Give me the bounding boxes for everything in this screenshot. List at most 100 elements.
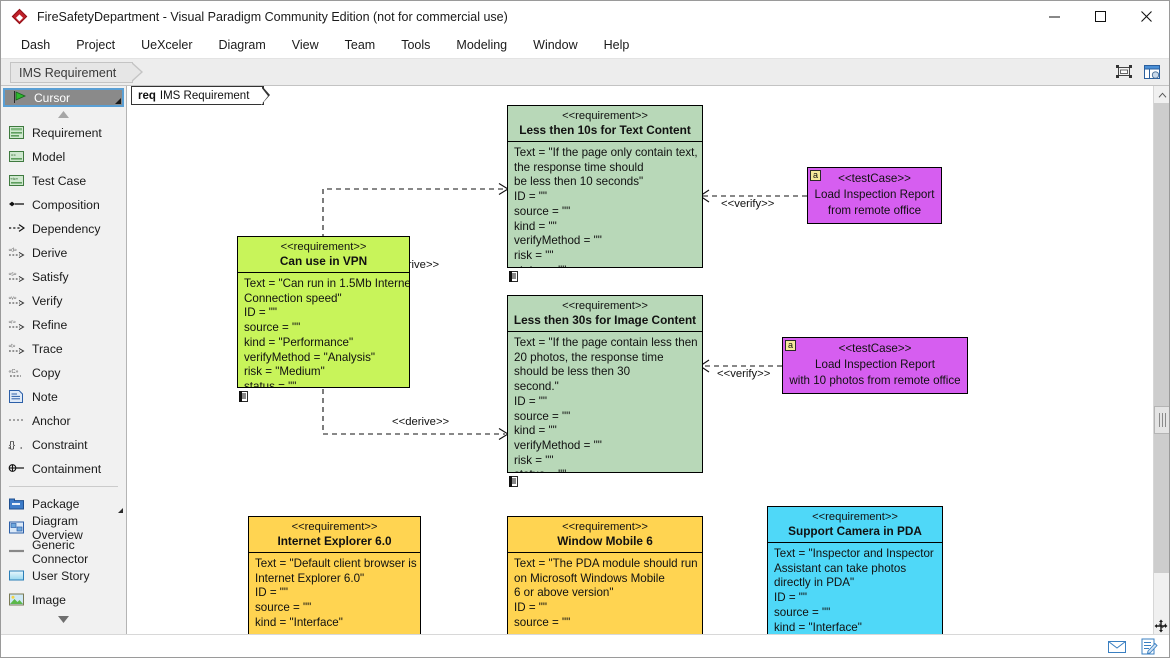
menu-project[interactable]: Project bbox=[63, 33, 128, 57]
scroll-up-arrow-icon[interactable] bbox=[1154, 86, 1170, 103]
requirement-node-can-use-in-vpn[interactable]: <<requirement>> Can use in VPN Text = "C… bbox=[237, 236, 410, 388]
palette-item-anchor[interactable]: Anchor bbox=[1, 409, 126, 433]
palette-item-label: Image bbox=[32, 593, 66, 607]
node-attribute: ID = "" bbox=[514, 601, 697, 616]
palette-scroll-down-button[interactable] bbox=[1, 612, 126, 626]
requirement-node-internet-explorer-6[interactable]: <<requirement>> Internet Explorer 6.0 Te… bbox=[248, 516, 421, 634]
close-button[interactable] bbox=[1123, 1, 1169, 32]
requirement-shape-icon bbox=[8, 125, 25, 141]
node-attribute: directly in PDA" bbox=[774, 576, 937, 591]
mail-icon[interactable] bbox=[1107, 637, 1127, 655]
diagram-tab-ims-requirement[interactable]: req IMS Requirement bbox=[131, 86, 264, 105]
menu-help[interactable]: Help bbox=[591, 33, 643, 57]
menu-team[interactable]: Team bbox=[332, 33, 389, 57]
palette-item-cursor[interactable]: Cursor bbox=[3, 88, 124, 107]
palette-item-dependency[interactable]: Dependency bbox=[1, 217, 126, 241]
palette-item-test-case[interactable]: «tc» Test Case bbox=[1, 169, 126, 193]
palette-item-label: Note bbox=[32, 390, 58, 404]
palette-item-derive[interactable]: «d» Derive bbox=[1, 241, 126, 265]
node-attribute: the response time should bbox=[514, 161, 697, 176]
requirement-node-less-then-30s[interactable]: <<requirement>> Less then 30s for Image … bbox=[507, 295, 703, 473]
palette-item-label: Constraint bbox=[32, 438, 88, 452]
palette-item-containment[interactable]: Containment bbox=[1, 457, 126, 481]
node-name: Can use in VPN bbox=[242, 254, 405, 268]
notes-icon[interactable] bbox=[1139, 637, 1159, 655]
palette-item-label: Test Case bbox=[32, 174, 86, 188]
node-stereotype: <<requirement>> bbox=[512, 520, 698, 534]
node-attribute: kind = "Interface" bbox=[255, 616, 415, 631]
diagram-surface[interactable]: <<derive>> <<derive>> <<verify>> <<verif… bbox=[127, 86, 1141, 634]
palette-item-satisfy[interactable]: «s» Satisfy bbox=[1, 265, 126, 289]
menu-uexceler[interactable]: UeXceler bbox=[128, 33, 205, 57]
node-attribute: second." bbox=[514, 380, 697, 395]
palette-item-requirement[interactable]: Requirement bbox=[1, 121, 126, 145]
node-content: <<testCase>> Load Inspection Report from… bbox=[808, 168, 941, 224]
pan-tool-icon[interactable] bbox=[1153, 618, 1168, 633]
requirement-node-window-mobile-6[interactable]: <<requirement>> Window Mobile 6 Text = "… bbox=[507, 516, 703, 634]
palette-scroll-up-button[interactable] bbox=[1, 107, 126, 121]
svg-text:«tc»: «tc» bbox=[10, 176, 18, 181]
palette-item-user-story[interactable]: User Story bbox=[1, 564, 126, 588]
constraint-shape-icon: {} bbox=[8, 437, 25, 453]
diagram-tab-label: IMS Requirement bbox=[160, 90, 249, 102]
palette-item-composition[interactable]: Composition bbox=[1, 193, 126, 217]
menu-modeling[interactable]: Modeling bbox=[443, 33, 520, 57]
node-attribute: source = "" bbox=[514, 616, 697, 631]
menu-dash[interactable]: Dash bbox=[8, 33, 63, 57]
node-attribute: Text = "Default client browser is bbox=[255, 557, 415, 572]
menu-view[interactable]: View bbox=[279, 33, 332, 57]
scrollbar-grip-handle[interactable] bbox=[1154, 406, 1170, 434]
breadcrumb-item-ims-requirement[interactable]: IMS Requirement bbox=[10, 62, 133, 83]
scrollbar-thumb[interactable] bbox=[1154, 103, 1170, 573]
palette-item-refine[interactable]: «r» Refine bbox=[1, 313, 126, 337]
svg-text:«»: «» bbox=[11, 153, 16, 158]
requirement-node-less-then-10s[interactable]: <<requirement>> Less then 10s for Text C… bbox=[507, 105, 703, 268]
canvas-vertical-scrollbar[interactable] bbox=[1153, 86, 1169, 634]
palette-item-trace[interactable]: «t» Trace bbox=[1, 337, 126, 361]
maximize-button[interactable] bbox=[1077, 1, 1123, 32]
palette-item-model[interactable]: «» Model bbox=[1, 145, 126, 169]
testcase-node-load-inspection-report[interactable]: a <<testCase>> Load Inspection Report fr… bbox=[807, 167, 942, 224]
minimize-button[interactable] bbox=[1031, 1, 1077, 32]
diagram-properties-icon[interactable] bbox=[1141, 61, 1163, 83]
palette-item-constraint[interactable]: {} Constraint bbox=[1, 433, 126, 457]
node-attribute: verifyMethod = "" bbox=[514, 234, 697, 249]
node-attributes: Text = "The PDA module should run on Mic… bbox=[508, 553, 702, 634]
node-stereotype: <<requirement>> bbox=[512, 299, 698, 313]
node-attribute: status = "" bbox=[514, 468, 697, 473]
node-name: Less then 30s for Image Content bbox=[512, 313, 698, 327]
node-attribute: Text = "Can run in 1.5Mb Internet bbox=[244, 277, 404, 292]
node-attribute: Connection speed" bbox=[244, 292, 404, 307]
node-line: Load Inspection Report bbox=[814, 187, 935, 203]
palette-item-label: Containment bbox=[32, 462, 101, 476]
node-header: <<requirement>> Support Camera in PDA bbox=[768, 507, 942, 543]
diagram-canvas-area[interactable]: req IMS Requirement <<derive>> <<deri bbox=[127, 86, 1169, 634]
node-header: <<requirement>> Less then 30s for Image … bbox=[508, 296, 702, 332]
node-attribute: Assistant can take photos bbox=[774, 562, 937, 577]
testcase-badge: a bbox=[785, 340, 796, 351]
node-header: <<requirement>> Window Mobile 6 bbox=[508, 517, 702, 553]
palette-item-generic-connector[interactable]: Generic Connector bbox=[1, 540, 126, 564]
window-title: FireSafetyDepartment - Visual Paradigm C… bbox=[37, 10, 508, 24]
node-attribute: ID = "" bbox=[514, 190, 697, 205]
palette-item-note[interactable]: Note bbox=[1, 385, 126, 409]
menu-window[interactable]: Window bbox=[520, 33, 590, 57]
menu-tools[interactable]: Tools bbox=[388, 33, 443, 57]
note-shape-icon bbox=[8, 389, 25, 405]
testcase-node-load-inspection-report-photos[interactable]: a <<testCase>> Load Inspection Report wi… bbox=[782, 337, 968, 394]
node-attributes: Text = "Default client browser is Intern… bbox=[249, 553, 420, 634]
fit-to-screen-icon[interactable] bbox=[1113, 61, 1135, 83]
palette-item-package[interactable]: Package bbox=[1, 492, 126, 516]
node-stereotype: <<testCase>> bbox=[789, 341, 961, 357]
palette-item-copy[interactable]: «C» Copy bbox=[1, 361, 126, 385]
node-attribute: risk = "Medium" bbox=[244, 365, 404, 380]
node-attribute: risk = "" bbox=[514, 454, 697, 469]
menu-diagram[interactable]: Diagram bbox=[206, 33, 279, 57]
node-attribute: source = "" bbox=[255, 601, 415, 616]
requirement-node-support-camera-in-pda[interactable]: <<requirement>> Support Camera in PDA Te… bbox=[767, 506, 943, 634]
palette-item-diagram-overview[interactable]: Diagram Overview bbox=[1, 516, 126, 540]
palette-item-verify[interactable]: «v» Verify bbox=[1, 289, 126, 313]
node-attribute: on Microsoft Windows Mobile bbox=[514, 572, 697, 587]
palette-item-image[interactable]: Image bbox=[1, 588, 126, 612]
menu-bar: Dash Project UeXceler Diagram View Team … bbox=[1, 32, 1169, 59]
